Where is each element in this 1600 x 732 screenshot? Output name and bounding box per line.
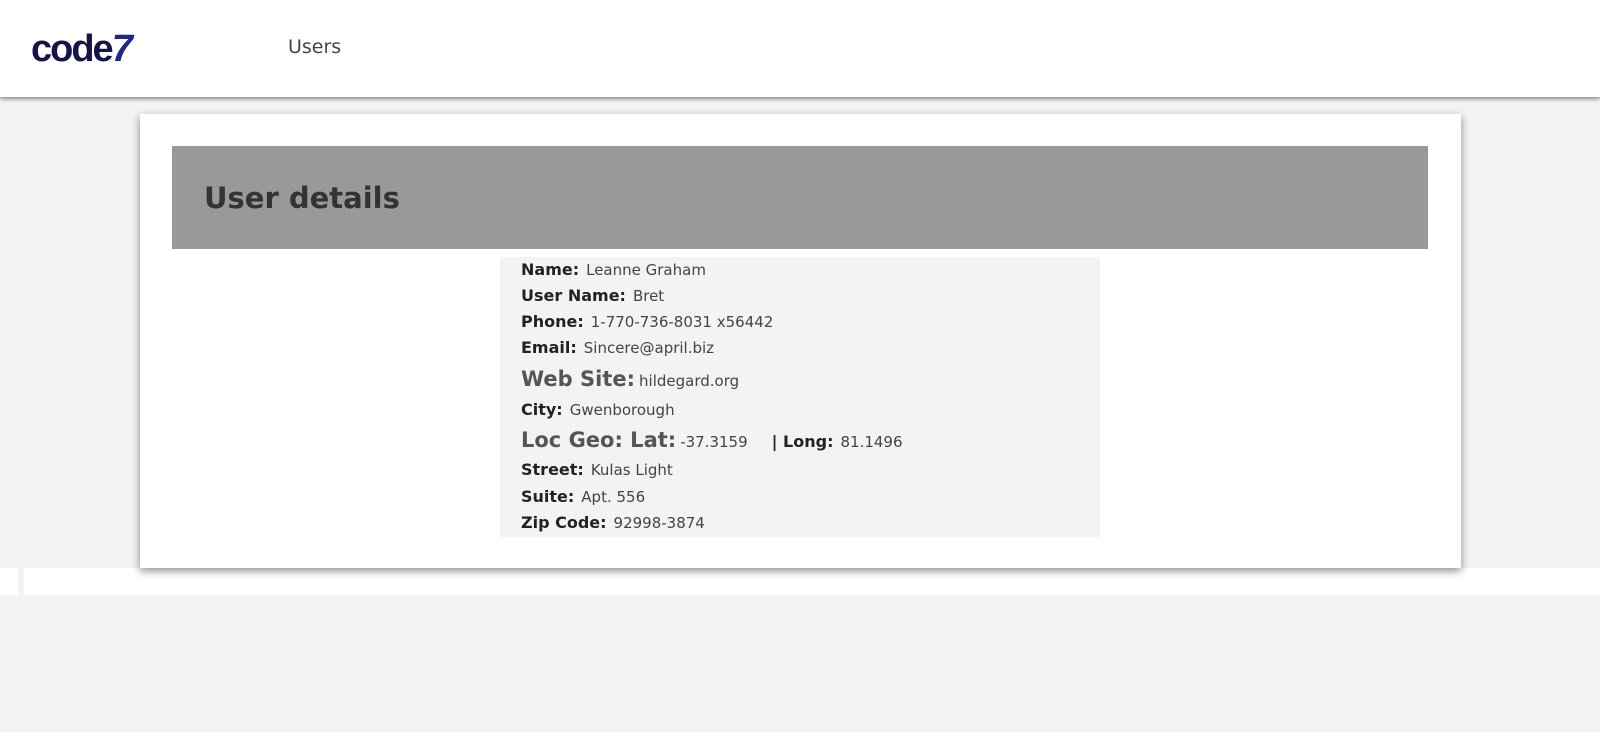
top-navbar: code7 Users: [0, 0, 1600, 97]
detail-row-street: Street: Kulas Light: [521, 457, 673, 483]
geo-lat-value: -37.3159: [680, 433, 748, 451]
detail-row-email: Email: Sincere@april.biz: [521, 335, 714, 361]
user-details-panel: Name: Leanne Graham User Name: Bret Phone:…: [500, 257, 1100, 537]
detail-row-zipcode: Zip Code: 92998-3874: [521, 510, 705, 536]
email-value: Sincere@april.biz: [583, 339, 715, 357]
user-details-card: User details Name: Leanne Graham User Nam…: [140, 114, 1461, 568]
footer-strip-left: [0, 568, 18, 595]
footer-strip: [24, 568, 1600, 595]
website-label: Web Site:: [521, 367, 636, 391]
card-header: User details: [172, 146, 1428, 249]
suite-value: Apt. 556: [581, 488, 646, 506]
brand-logo[interactable]: code7: [31, 26, 133, 72]
detail-row-name: Name: Leanne Graham: [521, 257, 706, 283]
suite-label: Suite:: [521, 487, 575, 506]
logo-accent-text: 7: [111, 28, 133, 70]
phone-value: 1-770-736-8031 x56442: [590, 313, 774, 331]
city-value: Gwenborough: [569, 401, 675, 419]
username-value: Bret: [632, 287, 665, 305]
email-label: Email:: [521, 338, 577, 357]
geo-long-value: 81.1496: [840, 433, 903, 451]
detail-row-suite: Suite: Apt. 556: [521, 484, 645, 510]
page-title: User details: [204, 181, 400, 215]
zipcode-label: Zip Code:: [521, 513, 607, 532]
phone-label: Phone:: [521, 312, 584, 331]
city-label: City:: [521, 400, 563, 419]
detail-row-website: Web Site: hildegard.org: [521, 364, 739, 394]
username-label: User Name:: [521, 286, 626, 305]
detail-row-geo: Loc Geo: Lat: -37.3159 | Long: 81.1496: [521, 425, 903, 455]
geo-lat-label: Loc Geo: Lat:: [521, 428, 677, 452]
street-label: Street:: [521, 460, 584, 479]
geo-long-label: | Long:: [771, 432, 834, 451]
logo-text: code: [31, 28, 114, 70]
street-value: Kulas Light: [590, 461, 673, 479]
name-value: Leanne Graham: [586, 261, 706, 279]
website-value: hildegard.org: [639, 372, 740, 390]
detail-row-phone: Phone: 1-770-736-8031 x56442: [521, 309, 773, 335]
name-label: Name:: [521, 260, 580, 279]
nav-link-users[interactable]: Users: [288, 36, 341, 58]
detail-row-username: User Name: Bret: [521, 283, 664, 309]
zipcode-value: 92998-3874: [613, 514, 705, 532]
detail-row-city: City: Gwenborough: [521, 397, 675, 423]
